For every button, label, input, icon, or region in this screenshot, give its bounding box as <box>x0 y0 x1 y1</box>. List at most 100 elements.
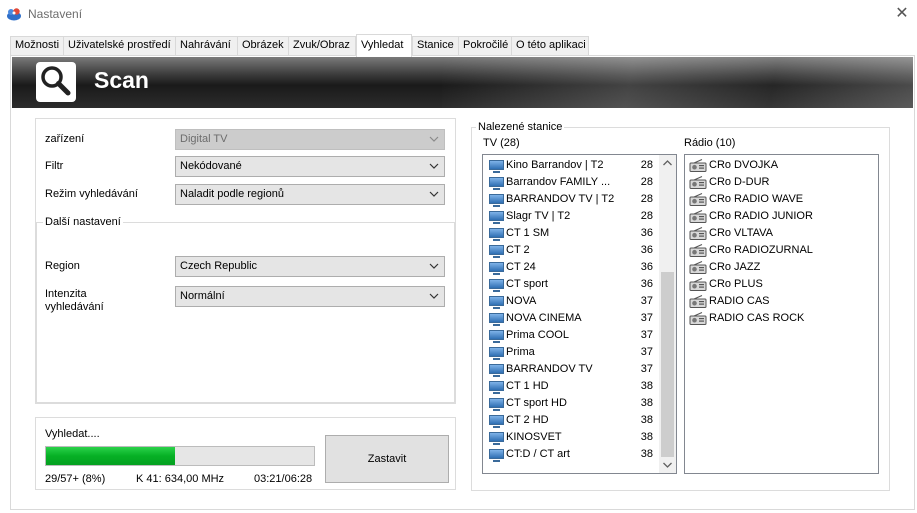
tab-obrazek[interactable]: Obrázek <box>237 36 289 55</box>
tv-station-item[interactable]: NOVA CINEMA 37 <box>489 310 665 327</box>
tv-station-name: CT sport HD <box>506 397 567 409</box>
intensity-select[interactable]: Normální <box>175 286 445 307</box>
tv-icon <box>489 330 504 343</box>
radio-station-name: CRo D-DUR <box>709 176 770 188</box>
radio-station-item[interactable]: CRo JAZZ <box>689 259 878 276</box>
intensity-label-line1: Intenzita <box>45 288 87 300</box>
tab-uzivatelske-prostredi[interactable]: Uživatelské prostředí <box>63 36 176 55</box>
radio-station-list[interactable]: CRo DVOJKA CRo D-DUR CRo RADIO WAVE CRo RAD… <box>684 154 879 474</box>
radio-station-item[interactable]: CRo VLTAVA <box>689 225 878 242</box>
radio-station-item[interactable]: RADIO CAS <box>689 293 878 310</box>
tv-station-channel: 28 <box>640 193 653 205</box>
tv-station-channel: 38 <box>640 380 653 392</box>
more-settings-title-label: Další nastavení <box>43 216 123 228</box>
tab-nahravani[interactable]: Nahrávání <box>175 36 238 55</box>
close-icon[interactable]: ✕ <box>887 0 917 28</box>
tv-station-item[interactable]: Prima 37 <box>489 344 665 361</box>
radio-station-item[interactable]: CRo DVOJKA <box>689 157 878 174</box>
tv-station-name: CT 2 <box>506 244 530 256</box>
banner-glare <box>442 57 913 108</box>
tab-stanice[interactable]: Stanice <box>412 36 459 55</box>
tv-station-channel: 37 <box>640 312 653 324</box>
radio-icon <box>689 278 707 291</box>
radio-icon <box>689 244 707 257</box>
intensity-value: Normální <box>180 290 225 302</box>
tab-o-teto-aplikaci[interactable]: O této aplikaci <box>511 36 589 55</box>
tv-station-item[interactable]: BARRANDOV TV | T2 28 <box>489 191 665 208</box>
radio-station-item[interactable]: CRo RADIO JUNIOR <box>689 208 878 225</box>
chevron-down-icon <box>429 191 439 197</box>
tab-zvuk-obraz[interactable]: Zvuk/Obraz <box>288 36 356 55</box>
tv-station-item[interactable]: Prima COOL 37 <box>489 327 665 344</box>
scroll-down-icon[interactable] <box>659 456 676 473</box>
scan-progress-bar <box>45 446 315 466</box>
filter-select[interactable]: Nekódované <box>175 156 445 177</box>
tv-station-item[interactable]: CT:D / CT art 38 <box>489 446 665 463</box>
tv-icon <box>489 381 504 394</box>
chevron-down-icon <box>429 136 439 142</box>
scan-frequency-text: K 41: 634,00 MHz <box>136 473 225 485</box>
chevron-down-icon <box>429 293 439 299</box>
tv-station-item[interactable]: NOVA 37 <box>489 293 665 310</box>
tv-station-item[interactable]: CT sport HD 38 <box>489 395 665 412</box>
region-select[interactable]: Czech Republic <box>175 256 445 277</box>
tv-station-item[interactable]: Kino Barrandov | T2 28 <box>489 157 665 174</box>
tv-icon <box>489 415 504 428</box>
tv-icon <box>489 228 504 241</box>
radio-station-item[interactable]: RADIO CAS ROCK <box>689 310 878 327</box>
tab-pokrocile[interactable]: Pokročilé <box>458 36 512 55</box>
stop-button[interactable]: Zastavit <box>325 435 449 483</box>
tv-station-item[interactable]: CT 24 36 <box>489 259 665 276</box>
tab-panel-vyhledat: Scan zařízení Digital TV Filtr Nekódovan… <box>10 55 915 510</box>
tv-station-name: CT:D / CT art <box>506 448 570 460</box>
tv-icon <box>489 313 504 326</box>
scroll-thumb[interactable] <box>661 272 674 457</box>
tab-moznosti[interactable]: Možnosti <box>10 36 64 55</box>
tv-station-item[interactable]: CT sport 36 <box>489 276 665 293</box>
tv-station-name: CT 2 HD <box>506 414 549 426</box>
title-bar: Nastavení ✕ <box>0 0 917 30</box>
radio-icon <box>689 210 707 223</box>
scroll-up-icon[interactable] <box>659 155 676 172</box>
tv-icon <box>489 177 504 190</box>
tv-icon <box>489 364 504 377</box>
tv-icon <box>489 296 504 309</box>
tv-icon <box>489 432 504 445</box>
tv-station-list[interactable]: Kino Barrandov | T2 28 Barrandov FAMILY ..… <box>482 154 677 474</box>
tv-station-item[interactable]: CT 1 SM 36 <box>489 225 665 242</box>
intensity-label-line2: vyhledávání <box>45 301 104 313</box>
tv-station-name: NOVA <box>506 295 537 307</box>
scan-time-text: 03:21/06:28 <box>254 473 313 485</box>
radio-station-name: CRo RADIO JUNIOR <box>709 210 813 222</box>
tv-station-item[interactable]: Slagr TV | T2 28 <box>489 208 665 225</box>
tv-station-item[interactable]: BARRANDOV TV 37 <box>489 361 665 378</box>
tv-station-name: BARRANDOV TV | T2 <box>506 193 615 205</box>
region-label: Region <box>45 260 80 272</box>
radio-station-item[interactable]: CRo RADIOZURNAL <box>689 242 878 259</box>
tv-icon <box>489 398 504 411</box>
tv-icon <box>489 279 504 292</box>
tv-station-item[interactable]: KINOSVET 38 <box>489 429 665 446</box>
radio-header: Rádio (10) <box>684 137 736 149</box>
tv-icon <box>489 194 504 207</box>
tv-station-channel: 36 <box>640 278 653 290</box>
radio-station-item[interactable]: CRo D-DUR <box>689 174 878 191</box>
tv-list-scrollbar[interactable] <box>659 155 676 473</box>
tab-vyhledat[interactable]: Vyhledat <box>356 34 412 57</box>
settings-group: zařízení Digital TV Filtr Nekódované Rež… <box>35 118 456 404</box>
tv-station-item[interactable]: CT 2 HD 38 <box>489 412 665 429</box>
tv-station-item[interactable]: CT 2 36 <box>489 242 665 259</box>
window-title: Nastavení <box>28 7 83 21</box>
tv-station-channel: 37 <box>640 329 653 341</box>
radio-station-item[interactable]: CRo RADIO WAVE <box>689 191 878 208</box>
tv-station-name: KINOSVET <box>506 431 562 443</box>
scan-mode-select[interactable]: Naladit podle regionů <box>175 184 445 205</box>
tv-station-name: CT sport <box>506 278 548 290</box>
radio-station-item[interactable]: CRo PLUS <box>689 276 878 293</box>
banner-title: Scan <box>94 67 149 93</box>
tv-header: TV (28) <box>483 137 520 149</box>
tv-station-item[interactable]: Barrandov FAMILY ... 28 <box>489 174 665 191</box>
tv-station-item[interactable]: CT 1 HD 38 <box>489 378 665 395</box>
tv-station-channel: 38 <box>640 414 653 426</box>
region-value: Czech Republic <box>180 260 258 272</box>
